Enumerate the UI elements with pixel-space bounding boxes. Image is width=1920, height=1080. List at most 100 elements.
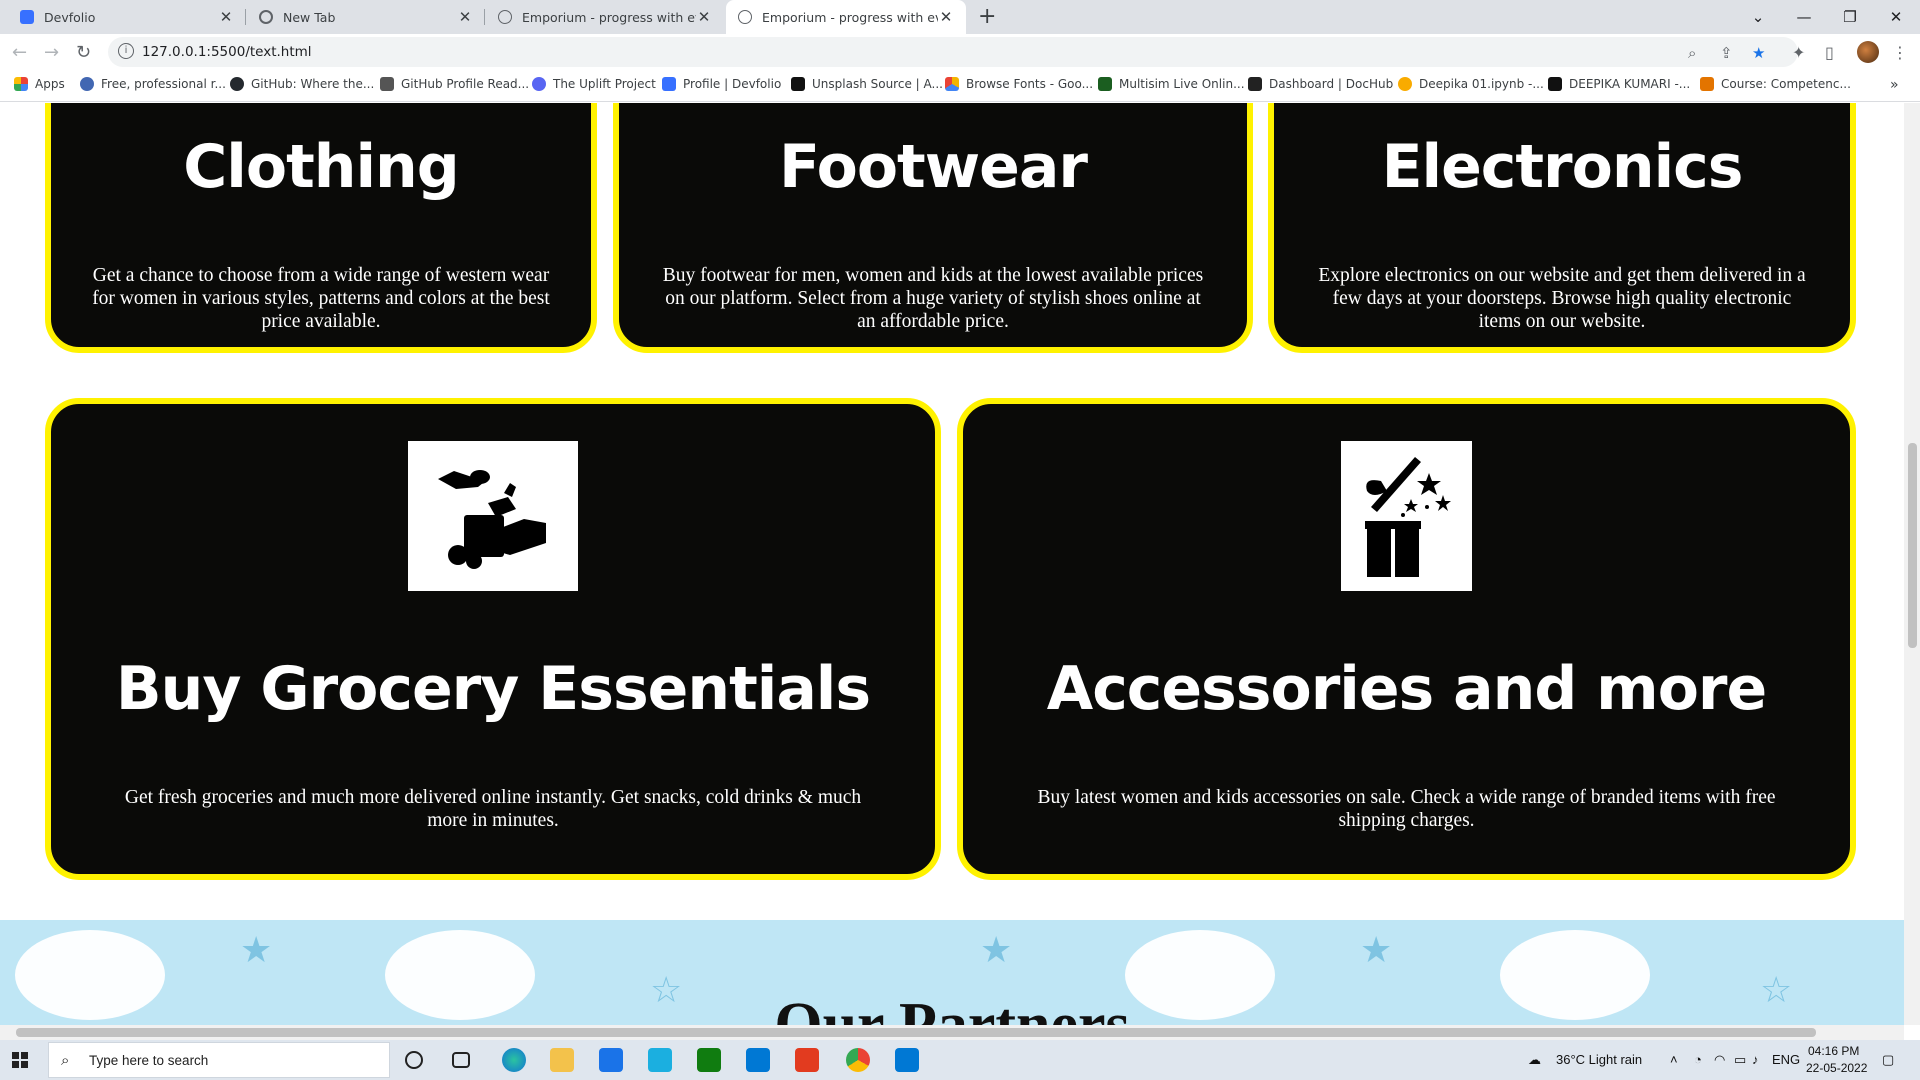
page-content: Clothing Get a chance to choose from a w… [0,103,1904,1025]
category-card-grocery[interactable]: Buy Grocery Essentials Get fresh groceri… [45,398,941,880]
category-card-clothing[interactable]: Clothing Get a chance to choose from a w… [45,103,597,353]
extensions-icon[interactable]: ✦ [1792,43,1805,62]
side-panel-icon[interactable]: ▯ [1825,43,1834,62]
tab-search-button[interactable]: ⌄ [1735,0,1781,34]
scrollbar-thumb[interactable] [1908,443,1917,648]
zoom-icon[interactable]: ⌕ [1688,44,1696,62]
wifi-icon[interactable]: ◠ [1714,1052,1725,1068]
weather-text[interactable]: 36°C Light rain [1556,1052,1642,1067]
chevron-up-icon[interactable]: ˄ [1670,1052,1678,1067]
scrollbar-thumb[interactable] [16,1028,1816,1037]
mail-icon[interactable] [599,1048,623,1072]
bookmark-item[interactable]: Dashboard | DocHub [1248,77,1393,91]
task-view-icon[interactable] [452,1052,470,1068]
bookmark-label: The Uplift Project [553,77,656,91]
forward-arrow-icon[interactable]: → [44,42,59,63]
network-icon[interactable]: ◔ [1694,1052,1702,1067]
notification-icon[interactable]: ▢ [1882,1052,1894,1068]
bookmark-item[interactable]: The Uplift Project [532,77,656,91]
course-icon [1700,77,1714,91]
close-icon[interactable]: ✕ [457,8,473,26]
windows-taskbar: ⌕ Type here to search ☁ 36°C Light rain … [0,1040,1920,1080]
clock-date[interactable]: 22-05-2022 [1806,1061,1867,1075]
vertical-scrollbar[interactable] [1904,103,1920,1025]
office-icon[interactable] [795,1048,819,1072]
grocery-icon [408,441,578,591]
battery-icon[interactable]: ▭ [1734,1052,1746,1068]
category-card-footwear[interactable]: Footwear Buy footwear for men, women and… [613,103,1253,353]
category-card-electronics[interactable]: Electronics Explore electronics on our w… [1268,103,1856,353]
tab-new-tab[interactable]: New Tab ✕ [247,0,485,34]
dochub-icon [1248,77,1262,91]
bookmark-label: GitHub: Where the... [251,77,375,91]
bookmark-item[interactable]: Deepika 01.ipynb -... [1398,77,1544,91]
chrome-icon[interactable] [846,1048,870,1072]
more-bookmarks-icon[interactable]: » [1890,77,1899,93]
close-window-button[interactable]: ✕ [1873,0,1919,34]
bookmark-item[interactable]: Profile | Devfolio [662,77,781,91]
bookmark-item[interactable]: Browse Fonts - Goo... [945,77,1093,91]
profile-avatar[interactable] [1857,41,1879,63]
tab-title: New Tab [283,9,336,25]
edge-icon[interactable] [502,1048,526,1072]
bookmark-item[interactable]: GitHub: Where the... [230,77,374,91]
url-text[interactable]: 127.0.0.1:5500/text.html [142,44,312,60]
bookmark-item[interactable]: Free, professional r... [80,77,226,91]
card-description: Explore electronics on our website and g… [1318,265,1806,332]
tab-title: Emporium - progress with every [522,9,696,25]
bookmark-apps[interactable]: Apps [14,77,65,91]
app-l-icon[interactable] [648,1048,672,1072]
category-card-accessories[interactable]: Accessories and more Buy latest women an… [957,398,1856,880]
close-icon[interactable]: ✕ [938,8,954,26]
close-icon[interactable]: ✕ [218,8,234,26]
tab-devfolio[interactable]: Devfolio ✕ [8,0,246,34]
volume-icon[interactable]: ♪ [1752,1052,1759,1067]
globe-icon [738,10,752,24]
card-title: Clothing [183,132,459,202]
site-info-icon[interactable]: i [118,43,134,59]
tab-strip: Devfolio ✕ New Tab ✕ Emporium - progress… [0,0,1920,34]
menu-icon[interactable]: ⋮ [1892,43,1908,62]
share-icon[interactable]: ⇪ [1720,44,1733,62]
close-icon[interactable]: ✕ [696,8,712,26]
bookmark-item[interactable]: GitHub Profile Read... [380,77,529,91]
bookmark-item[interactable]: Course: Competenc... [1700,77,1851,91]
bookmark-label: Free, professional r... [101,77,226,91]
reload-icon[interactable]: ↻ [76,42,91,63]
restore-button[interactable]: ❐ [1827,0,1873,34]
store-icon[interactable] [746,1048,770,1072]
weather-icon[interactable]: ☁ [1528,1052,1541,1068]
bookmark-item[interactable]: Multisim Live Onlin... [1098,77,1245,91]
horizontal-scrollbar[interactable] [0,1025,1904,1040]
tab-emporium[interactable]: Emporium - progress with every ✕ [486,0,724,34]
bookmark-label: Browse Fonts - Goo... [966,77,1094,91]
globe-icon [498,10,512,24]
bookmark-label: Profile | Devfolio [683,77,782,91]
gift-box-icon [1341,441,1472,591]
tab-emporium-active[interactable]: Emporium - progress with every ✕ [726,0,966,34]
new-tab-button[interactable]: + [978,4,996,29]
language-indicator[interactable]: ENG [1772,1052,1800,1067]
back-arrow-icon[interactable]: ← [12,42,27,63]
clock-time[interactable]: 04:16 PM [1808,1044,1859,1058]
card-description: Get a chance to choose from a wide range… [92,265,550,332]
card-title: Buy Grocery Essentials [115,654,871,724]
card-title: Footwear [779,132,1088,202]
bookmark-star-icon[interactable]: ★ [1752,44,1765,62]
windows-start-icon[interactable] [12,1052,28,1068]
bookmark-item[interactable]: DEEPIKA KUMARI -... [1548,77,1690,91]
taskbar-search-input[interactable]: ⌕ Type here to search [48,1042,390,1078]
unsplash-icon [791,77,805,91]
vscode-icon[interactable] [895,1048,919,1072]
file-explorer-icon[interactable] [550,1048,574,1072]
address-bar[interactable]: i 127.0.0.1:5500/text.html ⌕ ⇪ ★ [108,37,1798,67]
star-decoration: ★ [240,930,273,971]
bookmark-label: Dashboard | DocHub [1269,77,1394,91]
xbox-icon[interactable] [697,1048,721,1072]
card-title: Electronics [1381,132,1744,202]
cortana-icon[interactable] [405,1051,423,1069]
devfolio-icon [662,77,676,91]
tab-title: Devfolio [44,9,96,25]
bookmark-item[interactable]: Unsplash Source | A... [791,77,943,91]
minimize-button[interactable]: — [1781,0,1827,34]
